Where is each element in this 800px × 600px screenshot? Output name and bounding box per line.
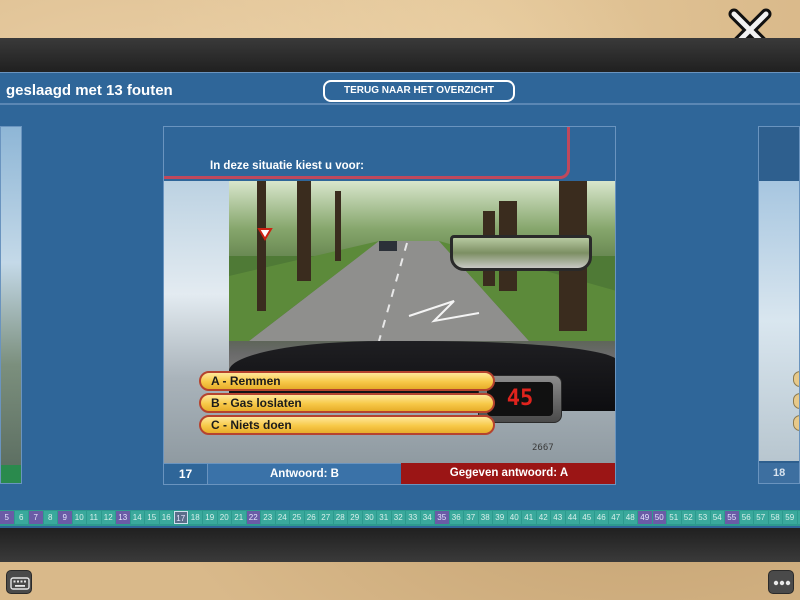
- next-card-answer-b: [793, 393, 799, 409]
- question-number-13[interactable]: 13: [116, 511, 130, 524]
- question-number-34[interactable]: 34: [420, 511, 434, 524]
- question-number-49[interactable]: 49: [638, 511, 652, 524]
- question-number-47[interactable]: 47: [609, 511, 623, 524]
- question-number-45[interactable]: 45: [580, 511, 594, 524]
- question-number-31[interactable]: 31: [377, 511, 391, 524]
- question-number-15[interactable]: 15: [145, 511, 159, 524]
- previous-card-status: [1, 465, 21, 483]
- rear-view-mirror: [450, 235, 592, 271]
- next-question-card[interactable]: 18: [758, 126, 800, 484]
- question-number-22[interactable]: 22: [246, 511, 260, 524]
- correct-answer-label: Antwoord: B: [208, 463, 401, 484]
- question-number-29[interactable]: 29: [348, 511, 362, 524]
- question-number-51[interactable]: 51: [667, 511, 681, 524]
- answer-c-button[interactable]: C - Niets doen: [199, 415, 495, 435]
- question-number-33[interactable]: 33: [406, 511, 420, 524]
- given-answer-label: Gegeven antwoord: A: [401, 463, 615, 484]
- question-box: In deze situatie kiest u voor:: [164, 127, 570, 179]
- question-number-16[interactable]: 16: [159, 511, 173, 524]
- question-number-32[interactable]: 32: [391, 511, 405, 524]
- timer-value: 45: [487, 382, 553, 416]
- question-number-6[interactable]: 6: [14, 511, 28, 524]
- more-options-button[interactable]: [768, 570, 794, 594]
- question-number-41[interactable]: 41: [522, 511, 536, 524]
- question-number-28[interactable]: 28: [333, 511, 347, 524]
- back-to-overview-button[interactable]: TERUG NAAR HET OVERZICHT: [323, 80, 515, 102]
- question-number-36[interactable]: 36: [449, 511, 463, 524]
- question-number-55[interactable]: 55: [725, 511, 739, 524]
- previous-card-image: [1, 127, 21, 467]
- question-number-58[interactable]: 58: [768, 511, 782, 524]
- question-number-56[interactable]: 56: [739, 511, 753, 524]
- question-card: In deze situatie kiest u voor: 45 2667 A…: [163, 126, 616, 485]
- question-number-59[interactable]: 59: [783, 511, 797, 524]
- header-divider: [0, 103, 800, 105]
- counter-value: 2667: [532, 443, 554, 453]
- question-number-18[interactable]: 18: [188, 511, 202, 524]
- question-number-40[interactable]: 40: [507, 511, 521, 524]
- question-number-54[interactable]: 54: [710, 511, 724, 524]
- question-number-12[interactable]: 12: [101, 511, 115, 524]
- question-number-23[interactable]: 23: [261, 511, 275, 524]
- keyboard-button[interactable]: [6, 570, 32, 594]
- question-number: 17: [164, 463, 208, 484]
- question-number-52[interactable]: 52: [681, 511, 695, 524]
- question-number-44[interactable]: 44: [565, 511, 579, 524]
- question-number-35[interactable]: 35: [435, 511, 449, 524]
- question-number-38[interactable]: 38: [478, 511, 492, 524]
- question-number-14[interactable]: 14: [130, 511, 144, 524]
- question-number-48[interactable]: 48: [623, 511, 637, 524]
- answer-b-button[interactable]: B - Gas loslaten: [199, 393, 495, 413]
- question-scene: 45 2667 A - Remmen B - Gas loslaten C - …: [164, 181, 615, 464]
- question-number-25[interactable]: 25: [290, 511, 304, 524]
- question-number-10[interactable]: 10: [72, 511, 86, 524]
- question-number-20[interactable]: 20: [217, 511, 231, 524]
- question-number-9[interactable]: 9: [58, 511, 72, 524]
- question-number-24[interactable]: 24: [275, 511, 289, 524]
- question-number-26[interactable]: 26: [304, 511, 318, 524]
- next-card-answer-a: [793, 371, 799, 387]
- question-number-43[interactable]: 43: [551, 511, 565, 524]
- question-number-50[interactable]: 50: [652, 511, 666, 524]
- question-number-39[interactable]: 39: [493, 511, 507, 524]
- question-number-17[interactable]: 17: [174, 511, 188, 524]
- question-number-8[interactable]: 8: [43, 511, 57, 524]
- previous-question-card[interactable]: [0, 126, 22, 484]
- result-title: geslaagd met 13 fouten: [6, 82, 173, 99]
- question-number-30[interactable]: 30: [362, 511, 376, 524]
- keyboard-icon: [10, 577, 30, 590]
- more-dots-icon: [773, 580, 791, 586]
- question-number-37[interactable]: 37: [464, 511, 478, 524]
- question-number-27[interactable]: 27: [319, 511, 333, 524]
- question-number-57[interactable]: 57: [754, 511, 768, 524]
- question-text: In deze situatie kiest u voor:: [210, 160, 365, 172]
- question-number-19[interactable]: 19: [203, 511, 217, 524]
- next-card-number: 18: [759, 463, 799, 483]
- next-card-answer-c: [793, 415, 799, 431]
- question-number-bar: 5 6 7 8 9 10 11 12 13 14 15 16 17 18 19 20 21 22 23 24 25 26 2…: [0, 510, 800, 526]
- question-number-46[interactable]: 46: [594, 511, 608, 524]
- answer-a-button[interactable]: A - Remmen: [199, 371, 495, 391]
- question-number-11[interactable]: 11: [87, 511, 101, 524]
- question-number-5[interactable]: 5: [0, 511, 14, 524]
- question-number-42[interactable]: 42: [536, 511, 550, 524]
- question-number-53[interactable]: 53: [696, 511, 710, 524]
- question-number-21[interactable]: 21: [232, 511, 246, 524]
- question-number-7[interactable]: 7: [29, 511, 43, 524]
